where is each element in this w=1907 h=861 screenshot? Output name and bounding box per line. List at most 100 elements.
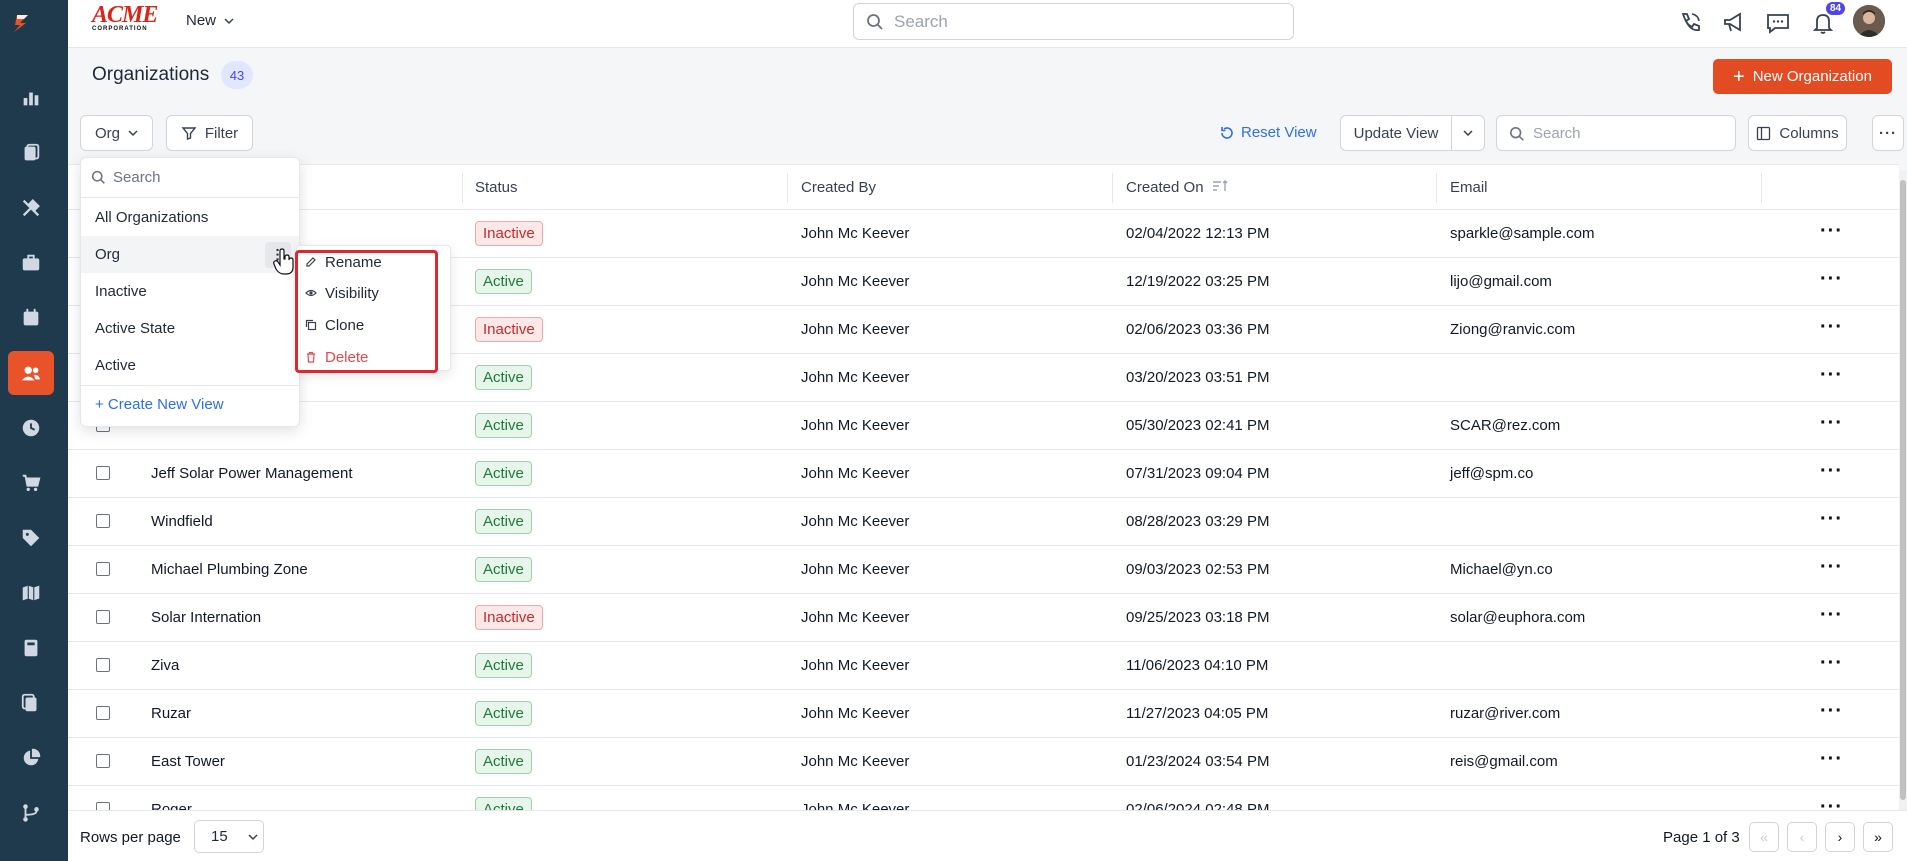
row-checkbox[interactable]	[96, 802, 110, 810]
next-page-button[interactable]: ›	[1825, 822, 1855, 852]
table-row[interactable]: Jeff Solar Power Management Active John Mc…	[68, 450, 1899, 498]
view-item-inactive[interactable]: Inactive	[81, 273, 299, 310]
row-actions-button[interactable]: ···	[1820, 797, 1843, 810]
files-icon[interactable]	[8, 681, 54, 725]
documents-icon[interactable]	[8, 131, 54, 175]
table-row[interactable]: East Tower Active John Mc Keever 01/23/2024…	[68, 738, 1899, 786]
organization-name[interactable]: East Tower	[151, 753, 225, 770]
organization-count-badge: 43	[221, 61, 253, 89]
status-badge: Active	[475, 701, 532, 726]
app-logo-icon[interactable]	[10, 12, 54, 56]
rows-per-page-select[interactable]: 15	[194, 820, 264, 853]
row-checkbox[interactable]	[96, 658, 110, 672]
previous-page-button[interactable]: ‹	[1787, 822, 1817, 852]
row-checkbox[interactable]	[96, 562, 110, 576]
chat-icon[interactable]	[1765, 10, 1791, 36]
table-row[interactable]: Roger Active John Mc Keever 02/06/2024 02:4…	[68, 786, 1899, 810]
create-new-view-link[interactable]: + Create New View	[95, 396, 224, 413]
view-item-org[interactable]: Org ···	[81, 236, 299, 273]
columns-button[interactable]: Columns	[1748, 115, 1847, 151]
more-horizontal-icon: ···	[1820, 268, 1843, 290]
tag-icon[interactable]	[8, 516, 54, 560]
update-view-button[interactable]: Update View	[1340, 115, 1452, 151]
organization-name[interactable]: Solar Internation	[151, 609, 261, 626]
view-search-input[interactable]: Search	[81, 158, 299, 198]
column-divider	[1436, 173, 1437, 203]
new-menu-button[interactable]: New	[186, 12, 234, 29]
table-row[interactable]: Michael Plumbing Zone Active John Mc Keeve…	[68, 546, 1899, 594]
organization-name[interactable]: Roger	[151, 801, 192, 810]
chevron-down-icon	[1463, 130, 1473, 137]
brand-logo[interactable]: ACME CORPORATION	[92, 3, 164, 36]
organization-name[interactable]: Jeff Solar Power Management	[151, 465, 353, 482]
row-actions-button[interactable]: ···	[1820, 509, 1843, 529]
table-row[interactable]: Active John Mc Keever 05/30/2023 02:41 PM S…	[68, 402, 1899, 450]
briefcase-icon[interactable]	[8, 241, 54, 285]
cart-icon[interactable]	[8, 461, 54, 505]
row-actions-button[interactable]: ···	[1820, 461, 1843, 481]
more-horizontal-icon: ···	[1820, 796, 1843, 810]
table-row[interactable]: Windfield Active John Mc Keever 08/28/2023 …	[68, 498, 1899, 546]
view-item-all-organizations[interactable]: All Organizations	[81, 199, 299, 236]
view-item-active[interactable]: Active	[81, 347, 299, 384]
row-checkbox[interactable]	[96, 754, 110, 768]
created-on: 01/23/2024 03:54 PM	[1126, 753, 1270, 770]
last-page-button[interactable]: »	[1863, 822, 1893, 852]
view-selector-button[interactable]: Org	[80, 115, 153, 151]
row-checkbox[interactable]	[96, 514, 110, 528]
reports-icon[interactable]	[8, 76, 54, 120]
more-options-button[interactable]: ···	[1872, 115, 1904, 151]
calendar-icon[interactable]	[8, 296, 54, 340]
row-actions-button[interactable]: ···	[1820, 701, 1843, 721]
reset-view-button[interactable]: Reset View	[1219, 124, 1317, 141]
row-actions-button[interactable]: ···	[1820, 413, 1843, 433]
workflow-icon[interactable]	[8, 791, 54, 835]
row-actions-button[interactable]: ···	[1820, 221, 1843, 241]
megaphone-icon[interactable]	[1721, 10, 1747, 36]
filter-button[interactable]: Filter	[166, 115, 253, 151]
global-search-input[interactable]: Search	[853, 3, 1294, 40]
tools-icon[interactable]	[8, 186, 54, 230]
more-horizontal-icon: ···	[1820, 604, 1843, 626]
new-organization-button[interactable]: + New Organization	[1713, 59, 1892, 94]
table-row[interactable]: Ziva Active John Mc Keever 11/06/2023 04:10…	[68, 642, 1899, 690]
row-checkbox[interactable]	[96, 466, 110, 480]
table-row[interactable]: Ruzar Active John Mc Keever 11/27/2023 04:0…	[68, 690, 1899, 738]
row-actions-button[interactable]: ···	[1820, 653, 1843, 673]
organization-name[interactable]: Ruzar	[151, 705, 191, 722]
row-actions-button[interactable]: ···	[1820, 365, 1843, 385]
organization-name[interactable]: Michael Plumbing Zone	[151, 561, 308, 578]
column-header-created-on[interactable]: Created On	[1126, 179, 1228, 196]
column-header-status[interactable]: Status	[475, 179, 518, 196]
column-header-email[interactable]: Email	[1450, 179, 1488, 196]
contacts-icon[interactable]	[8, 351, 54, 395]
row-checkbox[interactable]	[96, 610, 110, 624]
row-actions-button[interactable]: ···	[1820, 269, 1843, 289]
phone-icon[interactable]	[1677, 10, 1703, 36]
organization-name[interactable]: Ziva	[151, 657, 179, 674]
row-actions-button[interactable]: ···	[1820, 317, 1843, 337]
clock-icon[interactable]	[8, 406, 54, 450]
update-view-dropdown-button[interactable]	[1451, 115, 1485, 151]
created-on: 05/30/2023 02:41 PM	[1126, 417, 1270, 434]
view-item-active-state[interactable]: Active State	[81, 310, 299, 347]
table-row[interactable]: Solar Internation Inactive John Mc Keever 0…	[68, 594, 1899, 642]
pie-chart-icon[interactable]	[8, 736, 54, 780]
scrollbar-thumb[interactable]	[1900, 180, 1906, 800]
first-page-button[interactable]: «	[1749, 822, 1779, 852]
created-by: John Mc Keever	[801, 561, 910, 578]
created-by: John Mc Keever	[801, 225, 910, 242]
organization-name[interactable]: Windfield	[151, 513, 213, 530]
created-by: John Mc Keever	[801, 465, 910, 482]
vertical-scrollbar[interactable]	[1899, 170, 1907, 810]
row-actions-button[interactable]: ···	[1820, 749, 1843, 769]
user-avatar[interactable]	[1853, 5, 1885, 37]
created-on: 09/25/2023 03:18 PM	[1126, 609, 1270, 626]
table-search-input[interactable]: Search	[1496, 115, 1736, 151]
calculator-icon[interactable]	[8, 626, 54, 670]
row-checkbox[interactable]	[96, 706, 110, 720]
row-actions-button[interactable]: ···	[1820, 557, 1843, 577]
map-icon[interactable]	[8, 571, 54, 615]
row-actions-button[interactable]: ···	[1820, 605, 1843, 625]
column-header-created-by[interactable]: Created By	[801, 179, 876, 196]
